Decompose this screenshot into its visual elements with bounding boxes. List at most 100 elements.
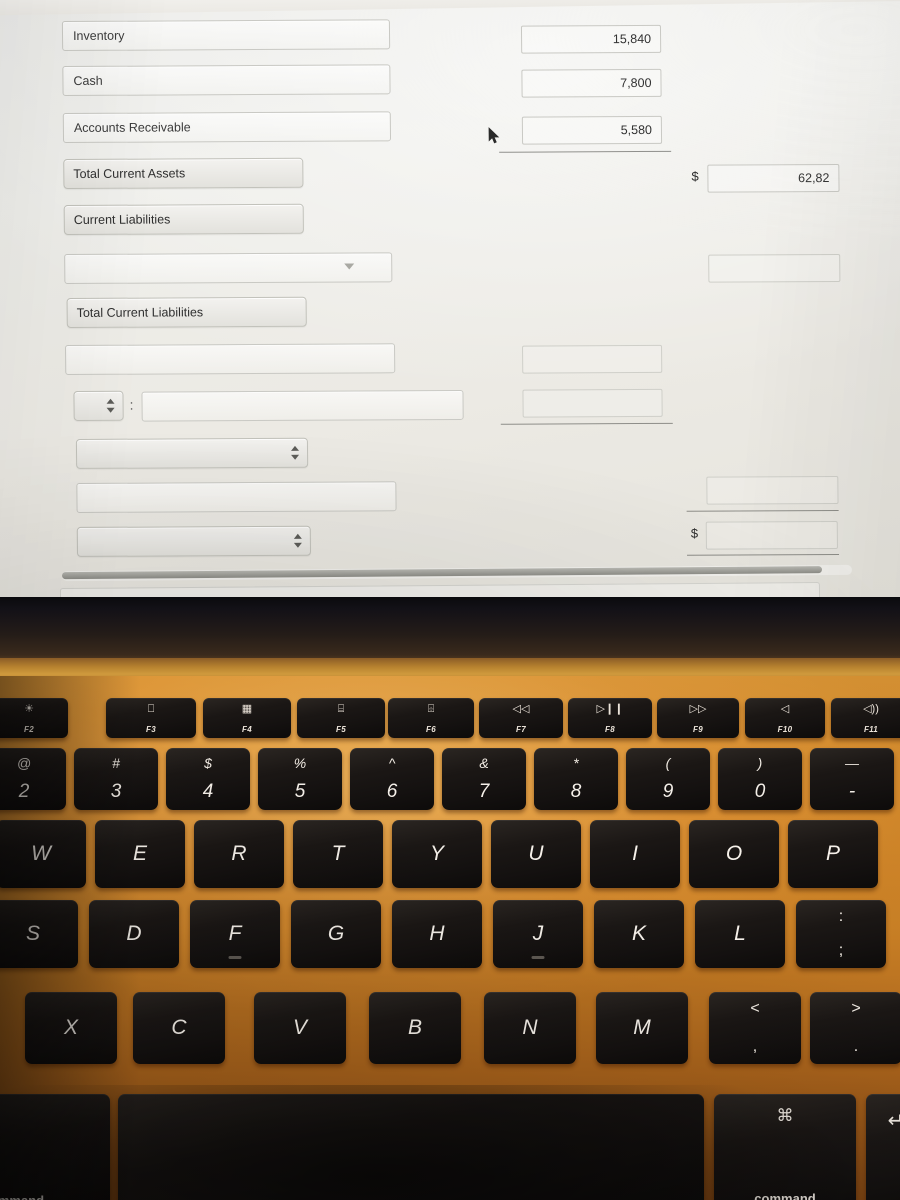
value-input-accounts-receivable[interactable]: 5,580 — [521, 115, 663, 145]
key-spacebar[interactable] — [118, 1094, 704, 1200]
value-input-row-6[interactable] — [708, 253, 841, 283]
volume-down-icon: ◁)) — [863, 703, 879, 715]
label-input-row-9[interactable] — [141, 389, 464, 422]
currency-symbol-total: $ — [690, 525, 699, 541]
key-c[interactable]: C — [133, 992, 225, 1064]
key-s[interactable]: S — [0, 900, 78, 968]
key-hyphen[interactable]: — - — [810, 748, 894, 810]
key-f8[interactable]: ▷❙❙ F8 — [568, 698, 652, 738]
value-input-row-11[interactable] — [706, 475, 839, 505]
key-e[interactable]: E — [95, 820, 185, 888]
mute-icon: ◁ — [780, 703, 790, 715]
select-row-10[interactable] — [75, 437, 309, 469]
laptop-keyboard: ☀ F2 ⎕ F3 ▦ F4 ⌸ F5 ⌹ F6 ◁◁ F7 ▷❙❙ F8 ▷▷ — [0, 676, 900, 1200]
key-g[interactable]: G — [291, 900, 381, 968]
key-period[interactable]: > . — [810, 992, 900, 1064]
grand-total-underline — [687, 553, 840, 556]
key-f10[interactable]: ◁ F10 — [745, 698, 825, 738]
key-f5[interactable]: ⌸ F5 — [297, 698, 385, 738]
mission-control-icon: ⎕ — [147, 703, 155, 715]
key-0[interactable]: ) 0 — [718, 748, 802, 810]
select-row-12[interactable] — [76, 525, 312, 557]
key-command-right[interactable]: ⌘ command — [714, 1094, 856, 1200]
key-f2[interactable]: ☀ F2 — [0, 698, 68, 738]
key-d[interactable]: D — [89, 900, 179, 968]
colon-separator: : — [129, 396, 134, 413]
value-input-grand-total[interactable] — [705, 520, 838, 550]
label-input-accounts-receivable[interactable]: Accounts Receivable — [62, 111, 392, 144]
command-right-label: command — [754, 1191, 816, 1200]
key-f3[interactable]: ⎕ F3 — [106, 698, 196, 738]
key-command-left[interactable]: ⌘ mmand — [0, 1094, 110, 1200]
key-4[interactable]: $ 4 — [166, 748, 250, 810]
value-input-inventory[interactable]: 15,840 — [520, 24, 662, 54]
key-f6[interactable]: ⌹ F6 — [388, 698, 474, 738]
value-input-total-current-assets[interactable]: 62,82 — [707, 163, 840, 193]
stepper-arrows-icon[interactable] — [106, 398, 115, 414]
key-j[interactable]: J — [493, 900, 583, 968]
accounting-form: Inventory 15,840 Cash 7,800 Accounts Rec… — [0, 0, 900, 600]
key-8[interactable]: * 8 — [534, 748, 618, 810]
select-current-liabilities[interactable]: Current Liabilities — [63, 203, 304, 236]
keyboard-backlight-up-icon: ⌹ — [427, 703, 435, 715]
select-small-focused[interactable] — [73, 390, 124, 421]
return-key-glyph-icon: ↵ — [887, 1110, 900, 1132]
key-y[interactable]: Y — [392, 820, 482, 888]
key-3[interactable]: # 3 — [74, 748, 158, 810]
key-9[interactable]: ( 9 — [626, 748, 710, 810]
key-6[interactable]: ^ 6 — [350, 748, 434, 810]
keyboard-backlight-down-icon: ⌸ — [337, 703, 345, 715]
key-u[interactable]: U — [491, 820, 581, 888]
key-comma[interactable]: < , — [709, 992, 801, 1064]
home-row-bump-icon — [531, 956, 545, 959]
chevron-down-icon[interactable] — [344, 263, 355, 270]
currency-symbol-assets: $ — [691, 168, 699, 184]
stepper-arrows-icon[interactable] — [293, 533, 303, 549]
value-input-cash[interactable]: 7,800 — [521, 68, 662, 98]
key-t[interactable]: T — [293, 820, 383, 888]
label-input-row-8[interactable] — [64, 343, 396, 376]
label-input-inventory[interactable]: Inventory — [61, 19, 391, 52]
key-right-edge-partial[interactable]: ↵ — [866, 1094, 900, 1200]
rewind-icon: ◁◁ — [512, 703, 530, 715]
key-f[interactable]: F — [190, 900, 280, 968]
value-input-row-8a[interactable] — [522, 344, 663, 374]
key-f9[interactable]: ▷▷ F9 — [657, 698, 739, 738]
laptop-screen: Inventory 15,840 Cash 7,800 Accounts Rec… — [0, 0, 900, 600]
key-2[interactable]: @ 2 — [0, 748, 66, 810]
subtotal-underline-assets — [499, 150, 672, 153]
key-x[interactable]: X — [25, 992, 117, 1064]
stepper-arrows-icon[interactable] — [290, 445, 300, 461]
key-l[interactable]: L — [695, 900, 785, 968]
key-f4[interactable]: ▦ F4 — [203, 698, 291, 738]
label-input-cash[interactable]: Cash — [62, 64, 391, 97]
key-semicolon[interactable]: : ; — [796, 900, 886, 968]
key-f11[interactable]: ◁)) F11 — [831, 698, 900, 738]
key-h[interactable]: H — [392, 900, 482, 968]
key-m[interactable]: M — [596, 992, 688, 1064]
key-n[interactable]: N — [484, 992, 576, 1064]
select-total-current-liabilities[interactable]: Total Current Liabilities — [66, 296, 307, 329]
value-input-row-9[interactable] — [522, 388, 663, 418]
screen-bezel: MacBook Air — [0, 597, 900, 665]
fast-forward-icon: ▷▷ — [689, 703, 707, 715]
label-input-row-6[interactable] — [64, 252, 393, 285]
key-b[interactable]: B — [369, 992, 461, 1064]
key-p[interactable]: P — [788, 820, 878, 888]
total-underline — [686, 509, 839, 512]
key-w[interactable]: W — [0, 820, 86, 888]
brightness-up-icon: ☀ — [24, 703, 34, 715]
key-5[interactable]: % 5 — [258, 748, 342, 810]
key-i[interactable]: I — [590, 820, 680, 888]
label-input-row-11[interactable] — [76, 481, 397, 513]
key-7[interactable]: & 7 — [442, 748, 526, 810]
key-o[interactable]: O — [689, 820, 779, 888]
key-f7[interactable]: ◁◁ F7 — [479, 698, 563, 738]
select-total-current-assets[interactable]: Total Current Assets — [63, 157, 304, 190]
launchpad-icon: ▦ — [241, 703, 253, 715]
key-r[interactable]: R — [194, 820, 284, 888]
laptop-photo: Inventory 15,840 Cash 7,800 Accounts Rec… — [0, 0, 900, 1200]
subtotal-underline-liabilities — [500, 422, 673, 425]
key-v[interactable]: V — [254, 992, 346, 1064]
key-k[interactable]: K — [594, 900, 684, 968]
